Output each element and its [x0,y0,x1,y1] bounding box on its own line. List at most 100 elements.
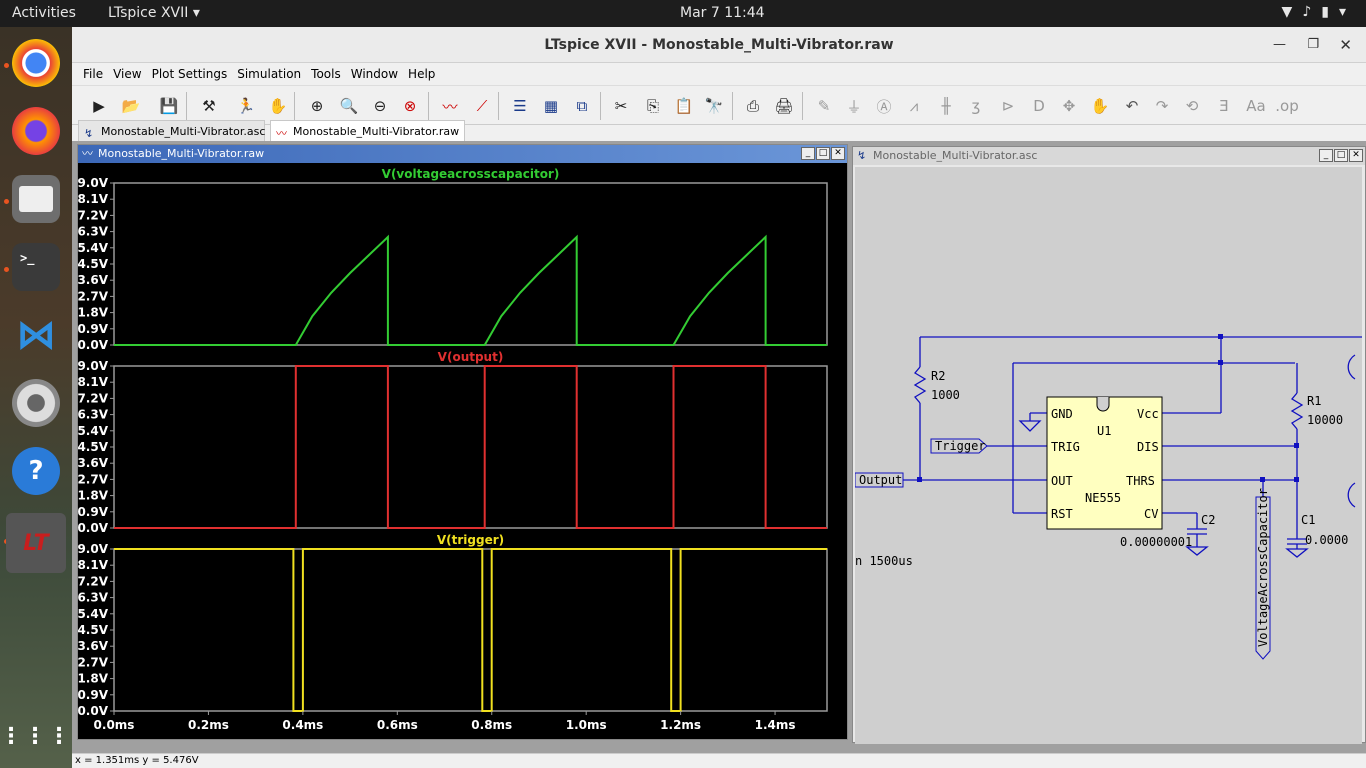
vcap-net-label[interactable]: VoltageAcrossCapacitor [1256,488,1270,647]
tile-vertical-icon[interactable]: ▦ [539,94,563,118]
save-icon[interactable]: 💾 [157,94,181,118]
terminal-icon[interactable]: >_ [12,243,60,291]
menu-file[interactable]: File [78,67,108,81]
vscode-icon[interactable]: ⋈ [12,311,60,359]
u1-part: NE555 [1085,491,1121,505]
run-icon[interactable]: 🏃 [234,94,258,118]
resistor-icon[interactable]: ⩘ [902,94,926,118]
y-tick-label: 5.4V [78,241,109,255]
files-icon[interactable] [12,175,60,223]
y-tick-label: 7.2V [78,208,109,222]
cascade-icon[interactable]: ⧉ [570,94,594,118]
c1-value: 0.0000 [1305,533,1348,547]
y-tick-label: 1.8V [78,672,109,686]
rotate-icon[interactable]: ⟲ [1180,94,1204,118]
y-tick-label: 3.6V [78,639,109,653]
window-titlebar: LTspice XVII - Monostable_Multi-Vibrator… [72,27,1366,63]
new-schematic-icon[interactable]: ▶ [87,94,111,118]
plot-area[interactable]: V(voltageacrosscapacitor) 9.0V 8.1V 7.2V 6.3… [77,163,847,739]
print-icon[interactable]: 🖨 [772,94,796,118]
redo-icon[interactable]: ↷ [1150,94,1174,118]
mdi-area: 〰 Monostable_Multi-Vibrator.raw _ □ ✕ V(vo… [72,141,1366,753]
child-close-button[interactable]: ✕ [1349,149,1363,162]
help-icon[interactable]: ? [12,447,60,495]
zoom-out-icon[interactable]: ⊖ [368,94,392,118]
menu-window[interactable]: Window [346,67,403,81]
tile-horizontal-icon[interactable]: ☰ [508,94,532,118]
child-minimize-button[interactable]: _ [1319,149,1333,162]
zoom-pan-icon[interactable]: 🔍 [337,94,361,118]
move-icon[interactable]: ✥ [1057,94,1081,118]
inductor-icon[interactable]: ʒ [964,94,988,118]
tab-schematic-label: Monostable_Multi-Vibrator.asc [101,125,266,138]
pick-visible-traces-icon[interactable]: ⟋ [470,94,494,118]
trace-label: V(output) [438,350,504,364]
component-icon[interactable]: D [1027,94,1051,118]
capacitor-icon[interactable]: ╫ [934,94,958,118]
child-maximize-button[interactable]: □ [816,147,830,160]
waveform-plot[interactable]: V(voltageacrosscapacitor) 9.0V 8.1V 7.2V 6.3… [77,163,847,739]
system-top-bar: Activities LTspice XVII ▾ Mar 7 11:44 ▼♪… [0,0,1366,27]
show-apps-icon[interactable]: ⋮⋮⋮ [0,712,70,760]
schematic-window-title: Monostable_Multi-Vibrator.asc [873,149,1038,162]
zoom-fit-icon[interactable]: ⊗ [398,94,422,118]
undo-icon[interactable]: ↶ [1120,94,1144,118]
autorange-icon[interactable]: 〰 [438,94,462,118]
maximize-button[interactable]: ❐ [1307,27,1319,63]
draw-wire-icon[interactable]: ✎ [812,94,836,118]
open-icon[interactable]: 📂 [119,94,143,118]
drag-icon[interactable]: ✋ [1088,94,1112,118]
waveform-window-title: Monostable_Multi-Vibrator.raw [98,147,265,160]
volume-icon: ♪ [1302,4,1322,20]
x-tick-label: 0.4ms [282,718,323,732]
ground-icon[interactable]: ⏚ [842,94,866,118]
schematic-window: ↯ Monostable_Multi-Vibrator.asc _ □ ✕ GN… [852,146,1366,744]
status-bar: x = 1.351ms y = 5.476V [72,753,1366,768]
system-tray[interactable]: ▼♪▮▾ [1282,4,1356,20]
menu-view[interactable]: View [108,67,146,81]
y-tick-label: 9.0V [78,542,109,556]
clock[interactable]: Mar 7 11:44 [680,5,765,21]
ltspice-icon[interactable]: LT [6,513,66,573]
menu-tools[interactable]: Tools [306,67,346,81]
find-icon[interactable]: 🔭 [702,94,726,118]
halt-icon[interactable]: ✋ [266,94,290,118]
menu-plot-settings[interactable]: Plot Settings [147,67,233,81]
c2-name: C2 [1201,513,1215,527]
wifi-icon: ▼ [1281,4,1303,20]
tab-waveform[interactable]: 〰 Monostable_Multi-Vibrator.raw [270,120,465,141]
menu-help[interactable]: Help [403,67,440,81]
cut-icon[interactable]: ✂ [609,94,633,118]
y-tick-label: 2.7V [78,289,109,303]
schematic-canvas[interactable]: GND Vcc U1 TRIG DIS OUT THRS NE555 RST C… [855,167,1362,744]
diode-icon[interactable]: ⊳ [996,94,1020,118]
print-preview-icon[interactable]: ⎙ [741,94,765,118]
menu-simulation[interactable]: Simulation [232,67,306,81]
schematic-window-titlebar: ↯ Monostable_Multi-Vibrator.asc _ □ ✕ [853,147,1365,165]
trigger-net-label[interactable]: Trigger [935,439,986,453]
settings-icon[interactable] [12,379,60,427]
child-close-button[interactable]: ✕ [831,147,845,160]
child-maximize-button[interactable]: □ [1334,149,1348,162]
mirror-icon[interactable]: Ǝ [1212,94,1236,118]
spice-directive-icon[interactable]: .op [1275,94,1299,118]
x-tick-label: 1.4ms [755,718,796,732]
paste-icon[interactable]: 📋 [672,94,696,118]
zoom-in-icon[interactable]: ⊕ [305,94,329,118]
copy-icon[interactable]: ⎘ [641,94,665,118]
schematic-drawing[interactable]: GND Vcc U1 TRIG DIS OUT THRS NE555 RST C… [855,167,1362,744]
sim-directive[interactable]: n 1500us [855,554,913,568]
app-menu[interactable]: LTspice XVII ▾ [108,5,200,21]
chrome-icon[interactable] [12,39,60,87]
firefox-icon[interactable] [12,107,60,155]
tab-schematic[interactable]: ↯ Monostable_Multi-Vibrator.asc [78,120,265,141]
pin-out: OUT [1051,474,1073,488]
text-icon[interactable]: Aa [1244,94,1268,118]
child-minimize-button[interactable]: _ [801,147,815,160]
minimize-button[interactable]: — [1273,27,1286,63]
output-net-label[interactable]: Output [859,473,902,487]
label-net-icon[interactable]: Ⓐ [872,94,896,118]
close-button[interactable]: ✕ [1339,27,1352,63]
activities-button[interactable]: Activities [12,5,76,21]
control-panel-icon[interactable]: ⚒ [197,94,221,118]
